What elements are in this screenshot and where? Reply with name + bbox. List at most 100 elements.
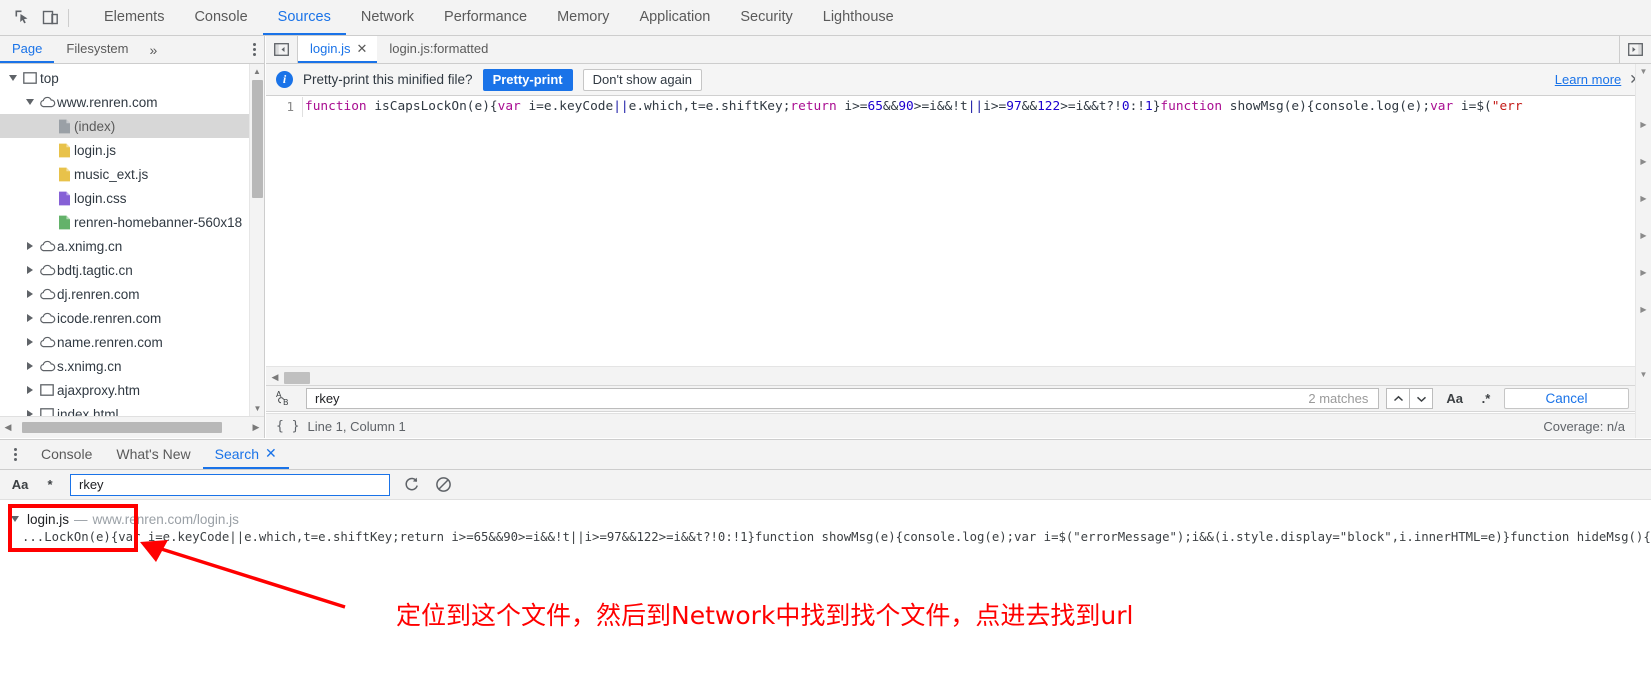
scroll-marker[interactable]: ▶: [1636, 117, 1651, 132]
show-drawer-icon[interactable]: [1619, 36, 1651, 63]
tree-item-s-xnimg-cn[interactable]: s.xnimg.cn: [0, 354, 264, 378]
close-icon[interactable]: ✕: [265, 445, 277, 462]
chevron-right-icon[interactable]: [23, 287, 37, 301]
dont-show-again-button[interactable]: Don't show again: [582, 68, 702, 91]
editor-hscroll-thumb[interactable]: [284, 371, 310, 384]
cloud-icon: [37, 360, 57, 372]
find-next-icon[interactable]: [1409, 388, 1434, 409]
frame-icon: [20, 72, 40, 84]
learn-more-link[interactable]: Learn more: [1555, 72, 1621, 87]
find-input[interactable]: [313, 389, 1309, 408]
scroll-down-icon[interactable]: ▼: [250, 401, 265, 416]
tab-memory[interactable]: Memory: [542, 0, 624, 35]
code-token: &&: [1021, 99, 1038, 114]
nav-more-tabs-button[interactable]: »: [141, 36, 167, 63]
editor-tab-login-js[interactable]: login.js ✕: [298, 36, 378, 63]
tree-item-ajaxproxy-htm[interactable]: ajaxproxy.htm: [0, 378, 264, 402]
chevron-right-icon[interactable]: [23, 263, 37, 277]
find-regex-button[interactable]: .*: [1476, 391, 1496, 406]
code-content[interactable]: function isCapsLockOn(e){var i=e.keyCode…: [302, 97, 1635, 117]
search-result-file[interactable]: login.js — www.renren.com/login.js: [8, 508, 1651, 530]
navigator-scroll-thumb[interactable]: [252, 80, 263, 198]
show-navigator-icon[interactable]: [266, 36, 298, 63]
chevron-right-icon[interactable]: [23, 407, 37, 416]
search-match-case-button[interactable]: Aa: [10, 477, 30, 492]
scroll-marker[interactable]: ▶: [1636, 265, 1651, 280]
drawer-more-options-icon[interactable]: [0, 440, 29, 469]
chevron-right-icon[interactable]: [23, 311, 37, 325]
tree-item-renren-homebanner-560x18[interactable]: renren-homebanner-560x18: [0, 210, 264, 234]
tree-item-index-html[interactable]: index.html: [0, 402, 264, 416]
navigator-more-options-icon[interactable]: [253, 36, 256, 63]
tree-item-label: www.renren.com: [57, 94, 158, 110]
scroll-up-icon[interactable]: ▼: [1636, 64, 1651, 79]
tab-performance[interactable]: Performance: [429, 0, 542, 35]
scroll-up-icon[interactable]: ▲: [250, 64, 264, 79]
tab-network[interactable]: Network: [346, 0, 429, 35]
scroll-down-icon[interactable]: ▼: [1636, 367, 1651, 382]
pretty-print-braces-icon[interactable]: { }: [276, 419, 299, 434]
scroll-left-icon[interactable]: ◀: [0, 422, 16, 433]
chevron-down-icon[interactable]: [8, 512, 22, 526]
tree-item-bdtj-tagtic-cn[interactable]: bdtj.tagtic.cn: [0, 258, 264, 282]
scroll-right-icon[interactable]: ▶: [248, 422, 264, 433]
clear-icon[interactable]: [432, 474, 454, 496]
pretty-print-button[interactable]: Pretty-print: [482, 68, 573, 91]
scroll-left-icon[interactable]: ◀: [266, 372, 284, 383]
tree-item-music-ext-js[interactable]: music_ext.js: [0, 162, 264, 186]
navigator-horizontal-scrollbar[interactable]: ◀ ▶: [0, 416, 264, 438]
find-previous-icon[interactable]: [1386, 388, 1411, 409]
tree-item-a-xnimg-cn[interactable]: a.xnimg.cn: [0, 234, 264, 258]
code-token: return: [790, 99, 837, 114]
refresh-icon[interactable]: [400, 474, 422, 496]
scroll-marker[interactable]: ▶: [1636, 191, 1651, 206]
search-input[interactable]: [77, 476, 383, 493]
tree-item-index[interactable]: (index): [0, 114, 264, 138]
close-icon[interactable]: ✕: [356, 42, 367, 55]
code-token: 97: [1006, 99, 1022, 114]
navigator-vertical-scrollbar[interactable]: ▲ ▼: [249, 64, 264, 416]
tab-console[interactable]: Console: [179, 0, 262, 35]
scroll-marker[interactable]: ▶: [1636, 302, 1651, 317]
tab-elements[interactable]: Elements: [89, 0, 179, 35]
tab-lighthouse[interactable]: Lighthouse: [808, 0, 909, 35]
find-match-case-button[interactable]: Aa: [1441, 391, 1468, 406]
inspect-element-icon[interactable]: [8, 4, 36, 32]
chevron-right-icon[interactable]: [23, 239, 37, 253]
search-regex-button[interactable]: *: [40, 477, 60, 492]
scroll-marker[interactable]: ▶: [1636, 228, 1651, 243]
navigator-hscroll-track[interactable]: [16, 417, 248, 439]
chevron-down-icon[interactable]: [6, 71, 20, 85]
chevron-right-icon[interactable]: [23, 383, 37, 397]
tab-security[interactable]: Security: [725, 0, 807, 35]
navigator-hscroll-thumb[interactable]: [22, 421, 222, 433]
tree-item-login-js[interactable]: login.js: [0, 138, 264, 162]
tree-item-label: login.js: [74, 142, 117, 158]
chevron-right-icon[interactable]: [23, 359, 37, 373]
tree-item-dj-renren-com[interactable]: dj.renren.com: [0, 282, 264, 306]
drawer-tab-console[interactable]: Console: [29, 440, 104, 469]
drawer-tab-search[interactable]: Search ✕: [202, 440, 289, 469]
tree-item-www-renren-com[interactable]: www.renren.com: [0, 90, 264, 114]
tree-item-top[interactable]: top: [0, 66, 264, 90]
chevron-right-icon[interactable]: [23, 335, 37, 349]
tree-item-label: s.xnimg.cn: [57, 358, 122, 374]
search-input-wrapper[interactable]: [70, 473, 390, 496]
device-toolbar-icon[interactable]: [36, 4, 64, 32]
scroll-marker[interactable]: ▶: [1636, 154, 1651, 169]
nav-tab-page[interactable]: Page: [0, 36, 55, 63]
search-result-snippet[interactable]: ...LockOn(e){var i=e.keyCode||e.which,t=…: [8, 530, 1651, 550]
drawer-tab-whats-new[interactable]: What's New: [104, 440, 202, 469]
tab-application[interactable]: Application: [624, 0, 725, 35]
find-cancel-button[interactable]: Cancel: [1504, 388, 1629, 409]
chevron-down-icon[interactable]: [23, 95, 37, 109]
find-input-wrapper[interactable]: 2 matches: [306, 388, 1380, 409]
editor-tab-login-js-formatted[interactable]: login.js:formatted: [377, 36, 498, 63]
tree-item-login-css[interactable]: login.css: [0, 186, 264, 210]
tree-item-name-renren-com[interactable]: name.renren.com: [0, 330, 264, 354]
tree-item-icode-renren-com[interactable]: icode.renren.com: [0, 306, 264, 330]
tab-sources[interactable]: Sources: [262, 0, 346, 35]
editor-vertical-scrollbar[interactable]: ▼ ▶ ▶ ▶ ▶ ▶ ▶ ▼: [1635, 64, 1651, 438]
nav-tab-filesystem[interactable]: Filesystem: [54, 36, 140, 63]
code-editor[interactable]: 1 function isCapsLockOn(e){var i=e.keyCo…: [266, 97, 1635, 366]
